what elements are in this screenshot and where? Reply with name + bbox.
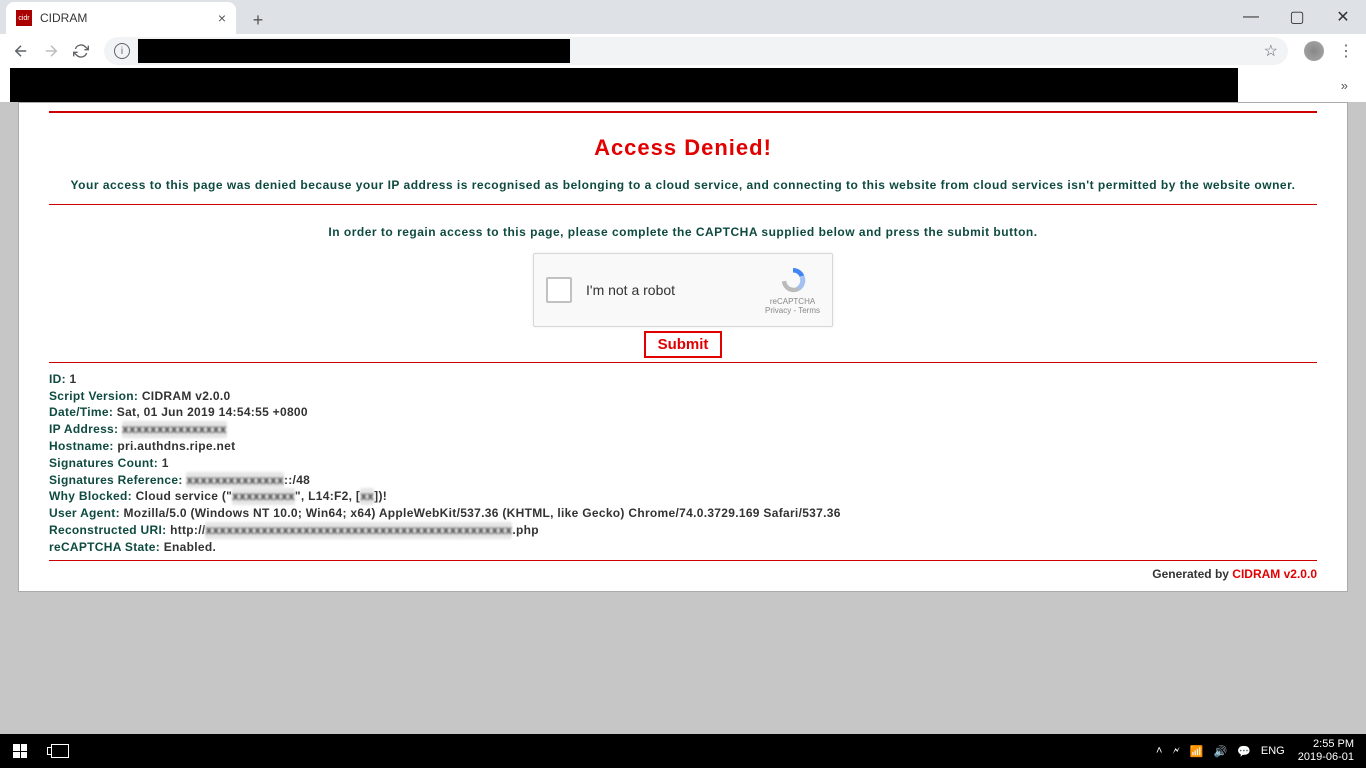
header-redacted	[10, 68, 1238, 102]
language-indicator[interactable]: ENG	[1261, 745, 1285, 757]
clock-time: 2:55 PM	[1298, 738, 1354, 751]
uri-redacted: xxxxxxxxxxxxxxxxxxxxxxxxxxxxxxxxxxxxxxxx…	[205, 522, 512, 539]
detail-row: User Agent: Mozilla/5.0 (Windows NT 10.0…	[49, 505, 1317, 522]
detail-row: Signatures Count: 1	[49, 455, 1317, 472]
url-redacted	[138, 39, 570, 63]
divider	[49, 111, 1317, 113]
footer-text: Generated by	[1152, 567, 1232, 581]
maximize-button[interactable]: ▢	[1274, 0, 1320, 34]
why-redacted-1: xxxxxxxxx	[232, 488, 295, 505]
divider	[49, 362, 1317, 363]
browser-chrome: cidr CIDRAM × + — ▢ ✕ i ☆ ⋮	[0, 0, 1366, 68]
window-controls: — ▢ ✕	[1228, 0, 1366, 34]
why-redacted-2: xx	[360, 488, 374, 505]
page-title: Access Denied!	[49, 135, 1317, 161]
task-view-button[interactable]	[40, 734, 80, 768]
divider	[49, 204, 1317, 205]
submit-button[interactable]: Submit	[644, 331, 723, 358]
task-view-icon	[51, 744, 69, 758]
windows-icon	[13, 744, 27, 758]
footer-link[interactable]: CIDRAM v2.0.0	[1232, 567, 1317, 581]
battery-icon[interactable]: 🗲	[1172, 745, 1179, 758]
close-tab-icon[interactable]: ×	[218, 10, 226, 26]
recaptcha-icon	[778, 265, 808, 295]
notification-icon[interactable]: 💬	[1237, 745, 1251, 758]
detail-row: ID: 1	[49, 371, 1317, 388]
detail-row: Reconstructed URI: http://xxxxxxxxxxxxxx…	[49, 522, 1317, 539]
detail-row: Date/Time: Sat, 01 Jun 2019 14:54:55 +08…	[49, 404, 1317, 421]
footer: Generated by CIDRAM v2.0.0	[49, 567, 1317, 581]
system-tray: ˄ 🗲 📶 🔊 💬 ENG 2:55 PM 2019-06-01	[1151, 738, 1366, 764]
address-bar: i ☆ ⋮	[0, 34, 1366, 68]
sigref-redacted: xxxxxxxxxxxxxx	[186, 472, 284, 489]
detail-row: Signatures Reference: xxxxxxxxxxxxxx::/4…	[49, 472, 1317, 489]
back-button[interactable]	[6, 36, 36, 66]
profile-icon[interactable]	[1304, 41, 1324, 61]
panel: Access Denied! Your access to this page …	[18, 102, 1348, 592]
clock-date: 2019-06-01	[1298, 751, 1354, 764]
recaptcha-brand-text: reCAPTCHA	[765, 297, 820, 306]
page-header-row: »	[0, 68, 1366, 102]
tab-bar: cidr CIDRAM × + — ▢ ✕	[0, 0, 1366, 34]
tab-title: CIDRAM	[40, 11, 87, 25]
chrome-menu-icon[interactable]: ⋮	[1338, 41, 1354, 61]
recaptcha-brand: reCAPTCHA Privacy - Terms	[765, 265, 820, 315]
recaptcha-checkbox[interactable]	[546, 277, 572, 303]
detail-row: Why Blocked: Cloud service ("xxxxxxxxx",…	[49, 488, 1317, 505]
tray-chevron-icon[interactable]: ˄	[1156, 745, 1162, 757]
minimize-button[interactable]: —	[1228, 0, 1274, 34]
clock[interactable]: 2:55 PM 2019-06-01	[1298, 738, 1354, 764]
taskbar: ˄ 🗲 📶 🔊 💬 ENG 2:55 PM 2019-06-01	[0, 734, 1366, 768]
deny-reason: Your access to this page was denied beca…	[49, 177, 1317, 194]
overflow-icon[interactable]: »	[1341, 78, 1348, 93]
start-button[interactable]	[0, 734, 40, 768]
close-window-button[interactable]: ✕	[1320, 0, 1366, 34]
wifi-icon[interactable]: 📶	[1190, 745, 1204, 758]
divider	[49, 560, 1317, 561]
browser-tab[interactable]: cidr CIDRAM ×	[6, 2, 236, 34]
recaptcha-label: I'm not a robot	[586, 282, 675, 298]
url-field[interactable]: i ☆	[104, 37, 1288, 65]
recaptcha-widget: I'm not a robot reCAPTCHA Privacy - Term…	[533, 253, 833, 327]
recaptcha-legal[interactable]: Privacy - Terms	[765, 306, 820, 315]
tab-favicon: cidr	[16, 10, 32, 26]
forward-button[interactable]	[36, 36, 66, 66]
detail-row: Hostname: pri.authdns.ripe.net	[49, 438, 1317, 455]
reload-button[interactable]	[66, 36, 96, 66]
content-wrap: Access Denied! Your access to this page …	[0, 102, 1366, 592]
details-block: ID: 1 Script Version: CIDRAM v2.0.0 Date…	[49, 371, 1317, 556]
ip-redacted: xxxxxxxxxxxxxxx	[122, 421, 227, 438]
volume-icon[interactable]: 🔊	[1213, 745, 1227, 758]
detail-row: reCAPTCHA State: Enabled.	[49, 539, 1317, 556]
bookmark-icon[interactable]: ☆	[1264, 41, 1278, 61]
captcha-instruction: In order to regain access to this page, …	[49, 225, 1317, 239]
detail-row: IP Address: xxxxxxxxxxxxxxx	[49, 421, 1317, 438]
new-tab-button[interactable]: +	[244, 6, 272, 34]
detail-row: Script Version: CIDRAM v2.0.0	[49, 388, 1317, 405]
site-info-icon[interactable]: i	[114, 43, 130, 59]
